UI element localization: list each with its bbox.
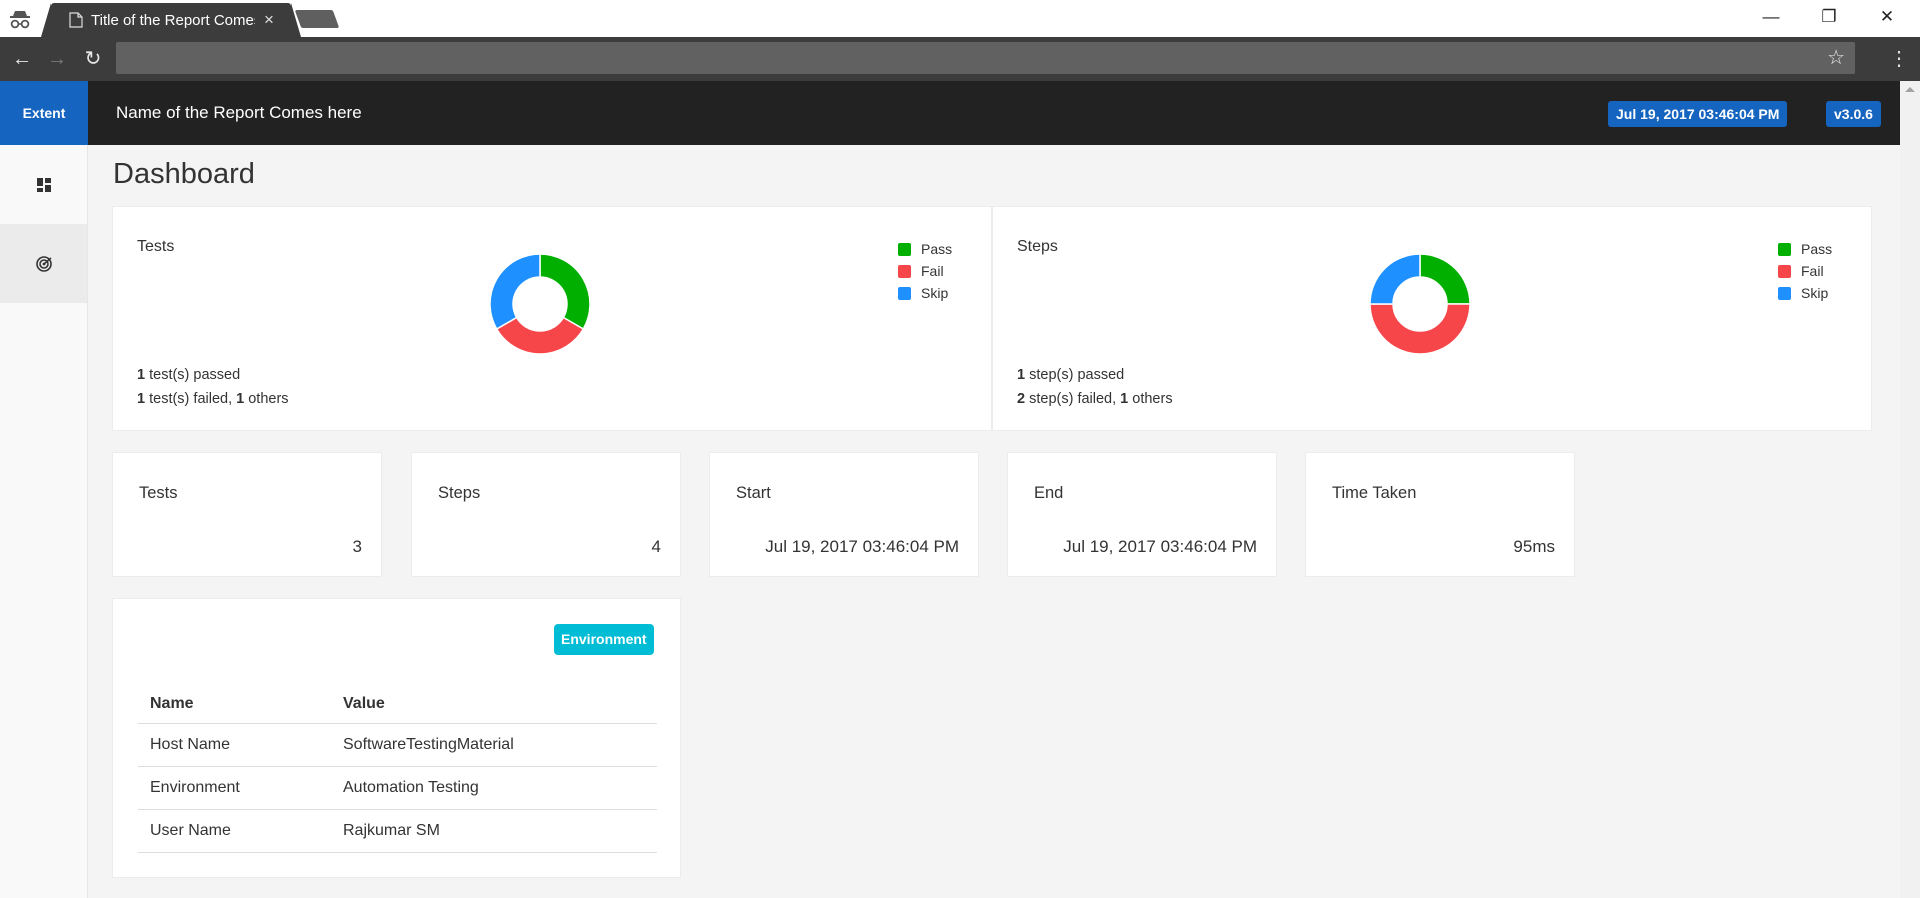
steps-passed-summary: 1 step(s) passed bbox=[1017, 367, 1125, 383]
stat-value: 3 bbox=[352, 537, 362, 556]
tests-passed-summary: 1 test(s) passed bbox=[137, 367, 241, 383]
timestamp-badge: Jul 19, 2017 03:46:04 PM bbox=[1608, 101, 1788, 127]
page-scrollbar[interactable] bbox=[1900, 81, 1920, 898]
sidebar bbox=[0, 145, 88, 898]
column-header-value: Value bbox=[331, 685, 657, 724]
tests-legend: Pass Fail Skip bbox=[898, 238, 952, 304]
tab-close-icon[interactable]: × bbox=[264, 10, 274, 30]
donut-slice-fail[interactable] bbox=[1369, 303, 1471, 355]
address-bar[interactable]: ☆ bbox=[116, 42, 1855, 74]
table-cell: User Name bbox=[138, 809, 331, 853]
column-header-name: Name bbox=[138, 685, 331, 724]
stat-label: Start bbox=[736, 484, 771, 502]
restore-button[interactable]: ❐ bbox=[1802, 0, 1856, 34]
stat-label: End bbox=[1034, 484, 1064, 502]
steps-failed-summary: 2 step(s) failed, 1 others bbox=[1017, 391, 1173, 407]
pass-swatch bbox=[898, 242, 911, 256]
page-icon bbox=[69, 12, 83, 28]
legend-item-pass: Pass bbox=[898, 238, 952, 260]
table-header-row: Name Value bbox=[138, 685, 657, 724]
fail-swatch bbox=[1778, 264, 1791, 278]
back-button[interactable]: ← bbox=[9, 46, 35, 72]
app-header: Extent Name of the Report Comes here Jul… bbox=[0, 81, 1900, 145]
legend-item-skip: Skip bbox=[898, 282, 952, 304]
bookmark-star-icon[interactable]: ☆ bbox=[1827, 45, 1845, 70]
legend-item-skip: Skip bbox=[1778, 282, 1832, 304]
browser-toolbar: ← → ↻ ☆ ⋮ bbox=[0, 37, 1920, 81]
legend-label: Skip bbox=[921, 285, 949, 301]
fail-swatch bbox=[898, 264, 911, 278]
steps-donut-chart bbox=[1369, 253, 1471, 355]
forward-button[interactable]: → bbox=[44, 46, 70, 72]
sidebar-item-categories[interactable] bbox=[0, 224, 87, 303]
minimize-button[interactable]: — bbox=[1744, 0, 1798, 34]
stat-value: Jul 19, 2017 03:46:04 PM bbox=[765, 537, 959, 556]
pass-swatch bbox=[1778, 242, 1791, 256]
brand-logo[interactable]: Extent bbox=[0, 81, 88, 145]
tests-failed-summary: 1 test(s) failed, 1 others bbox=[137, 391, 289, 407]
browser-titlebar: Title of the Report Comes here × — ❐ ✕ bbox=[0, 0, 1920, 37]
steps-legend: Pass Fail Skip bbox=[1778, 238, 1832, 304]
version-badge: v3.0.6 bbox=[1826, 101, 1881, 127]
stat-label: Tests bbox=[139, 484, 178, 502]
legend-label: Pass bbox=[1801, 241, 1833, 257]
skip-swatch bbox=[898, 286, 911, 300]
legend-label: Skip bbox=[1801, 285, 1829, 301]
table-row: Environment Automation Testing bbox=[138, 766, 657, 810]
stat-label: Time Taken bbox=[1332, 484, 1417, 502]
table-cell: Environment bbox=[138, 766, 331, 810]
legend-item-pass: Pass bbox=[1778, 238, 1832, 260]
page-title: Dashboard bbox=[113, 158, 255, 190]
stat-card-end: End Jul 19, 2017 03:46:04 PM bbox=[1007, 452, 1277, 577]
incognito-icon bbox=[10, 11, 30, 29]
donut-slice-skip[interactable] bbox=[1369, 253, 1421, 305]
tab-title: Title of the Report Comes here bbox=[91, 12, 255, 29]
radar-icon bbox=[35, 255, 52, 272]
steps-panel-title: Steps bbox=[1017, 238, 1058, 255]
stat-label: Steps bbox=[438, 484, 481, 502]
stat-card-time-taken: Time Taken 95ms bbox=[1305, 452, 1575, 577]
new-tab-button[interactable] bbox=[294, 10, 340, 28]
stat-card-steps: Steps 4 bbox=[411, 452, 681, 577]
browser-tab[interactable]: Title of the Report Comes here × bbox=[41, 3, 301, 37]
tests-panel-title: Tests bbox=[137, 238, 175, 255]
table-cell: Rajkumar SM bbox=[331, 809, 657, 853]
donut-slice-pass[interactable] bbox=[1419, 253, 1471, 305]
sidebar-item-dashboard[interactable] bbox=[0, 145, 87, 224]
reload-button[interactable]: ↻ bbox=[80, 46, 106, 72]
scroll-up-arrow-icon[interactable] bbox=[1905, 87, 1915, 92]
legend-label: Fail bbox=[1801, 263, 1824, 279]
close-window-button[interactable]: ✕ bbox=[1860, 0, 1914, 34]
stat-value: 4 bbox=[651, 537, 661, 556]
stat-value: 95ms bbox=[1513, 537, 1555, 556]
table-row: User Name Rajkumar SM bbox=[138, 809, 657, 853]
legend-item-fail: Fail bbox=[1778, 260, 1832, 282]
legend-label: Fail bbox=[921, 263, 944, 279]
table-cell: Host Name bbox=[138, 723, 331, 767]
environment-card: Environment Name Value Host Name Softwar… bbox=[112, 598, 681, 878]
donut-slice-fail[interactable] bbox=[495, 316, 585, 355]
legend-label: Pass bbox=[921, 241, 953, 257]
table-cell: Automation Testing bbox=[331, 766, 657, 810]
donut-slice-skip[interactable] bbox=[489, 253, 541, 331]
report-name: Name of the Report Comes here bbox=[116, 103, 362, 122]
stat-value: Jul 19, 2017 03:46:04 PM bbox=[1063, 537, 1257, 556]
tests-chart-panel: Tests Pass Fail Skip 1 test(s) passed 1 … bbox=[112, 206, 992, 431]
steps-chart-panel: Steps Pass Fail Skip 1 step(s) passed 2 … bbox=[992, 206, 1872, 431]
dashboard-icon bbox=[36, 177, 51, 192]
stat-card-tests: Tests 3 bbox=[112, 452, 382, 577]
environment-table: Name Value Host Name SoftwareTestingMate… bbox=[138, 685, 657, 853]
table-cell: SoftwareTestingMaterial bbox=[331, 723, 657, 767]
table-row: Host Name SoftwareTestingMaterial bbox=[138, 723, 657, 767]
stat-card-start: Start Jul 19, 2017 03:46:04 PM bbox=[709, 452, 979, 577]
browser-menu-button[interactable]: ⋮ bbox=[1889, 46, 1909, 72]
tests-donut-chart bbox=[489, 253, 591, 355]
skip-swatch bbox=[1778, 286, 1791, 300]
legend-item-fail: Fail bbox=[898, 260, 952, 282]
environment-badge: Environment bbox=[554, 624, 654, 655]
